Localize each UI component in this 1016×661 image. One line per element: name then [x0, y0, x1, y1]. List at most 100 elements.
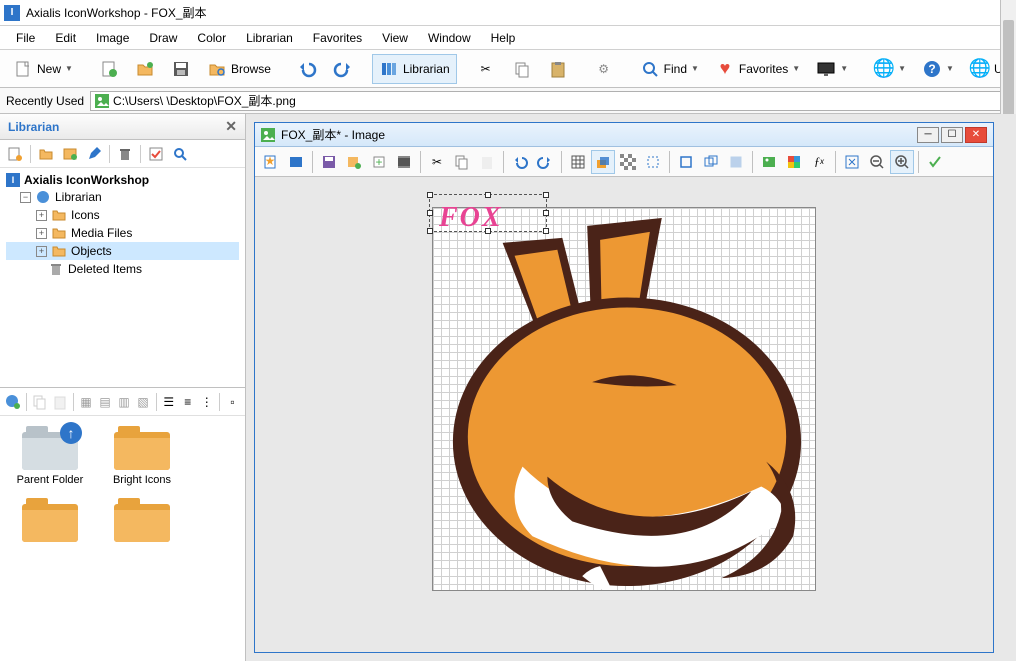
help-button[interactable]: ?▼: [915, 54, 961, 84]
watermark-text[interactable]: FOX: [439, 202, 503, 234]
selection-handle[interactable]: [543, 210, 549, 216]
menu-image[interactable]: Image: [88, 29, 137, 47]
cut-button[interactable]: ✂: [469, 54, 503, 84]
fb-btn-1[interactable]: ▦: [78, 391, 95, 413]
doc-tb-zoomin[interactable]: [890, 150, 914, 174]
fb-copy-button[interactable]: [31, 391, 49, 413]
fb-view-2[interactable]: ≡: [179, 391, 196, 413]
doc-tb-paste[interactable]: [475, 150, 499, 174]
doc-tb-film[interactable]: [392, 150, 416, 174]
file-item[interactable]: [102, 498, 182, 546]
close-button[interactable]: ✕: [965, 127, 987, 143]
new-doc-button[interactable]: [92, 54, 126, 84]
path-input[interactable]: C:\Users\ \Desktop\FOX_副本.png: [90, 91, 1010, 111]
doc-tb-sel1[interactable]: [674, 150, 698, 174]
librarian-button[interactable]: Librarian: [372, 54, 457, 84]
menu-color[interactable]: Color: [189, 29, 234, 47]
fb-sort-button[interactable]: ▫: [224, 391, 241, 413]
fb-btn-3[interactable]: ▥: [116, 391, 133, 413]
screen-button[interactable]: ▼: [809, 54, 855, 84]
selection-handle[interactable]: [427, 210, 433, 216]
menu-favorites[interactable]: Favorites: [305, 29, 370, 47]
gear-button[interactable]: ⚙: [587, 54, 621, 84]
selection-handle[interactable]: [543, 228, 549, 234]
check-button[interactable]: [145, 143, 167, 165]
file-item-parent[interactable]: ↑ Parent Folder: [10, 426, 90, 486]
doc-tb-undo[interactable]: [508, 150, 532, 174]
fb-btn-4[interactable]: ▧: [135, 391, 152, 413]
doc-tb-color[interactable]: [782, 150, 806, 174]
doc-tb-export[interactable]: [342, 150, 366, 174]
doc-tb-marquee[interactable]: [641, 150, 665, 174]
globe-new-button[interactable]: [4, 391, 22, 413]
menu-window[interactable]: Window: [420, 29, 479, 47]
tree-item-media[interactable]: + Media Files: [6, 224, 239, 242]
menu-help[interactable]: Help: [483, 29, 524, 47]
tree-item-librarian[interactable]: − Librarian: [6, 188, 239, 206]
minimize-button[interactable]: ─: [917, 127, 939, 143]
menu-file[interactable]: File: [8, 29, 43, 47]
tree-expand-icon[interactable]: +: [36, 210, 47, 221]
save-button[interactable]: [164, 54, 198, 84]
tree-expand-icon[interactable]: +: [36, 246, 47, 257]
doc-tb-save[interactable]: [317, 150, 341, 174]
doc-tb-redo[interactable]: [533, 150, 557, 174]
new-button[interactable]: New ▼: [6, 54, 80, 84]
tree-item-icons[interactable]: + Icons: [6, 206, 239, 224]
doc-tb-layers[interactable]: [591, 150, 615, 174]
copy-button[interactable]: [505, 54, 539, 84]
doc-tb-new[interactable]: ★: [259, 150, 283, 174]
doc-tb-open[interactable]: [284, 150, 308, 174]
editor-canvas[interactable]: FOX: [432, 207, 816, 591]
doc-tb-copy[interactable]: [450, 150, 474, 174]
search-lib-button[interactable]: [169, 143, 191, 165]
selection-handle[interactable]: [485, 192, 491, 198]
browse-button[interactable]: Browse: [200, 54, 278, 84]
menu-librarian[interactable]: Librarian: [238, 29, 301, 47]
document-titlebar[interactable]: FOX_副本* - Image ─ ☐ ✕: [255, 123, 993, 147]
selection-handle[interactable]: [427, 192, 433, 198]
lib-item-button[interactable]: [59, 143, 81, 165]
new-item-button[interactable]: [4, 143, 26, 165]
doc-tb-check[interactable]: [923, 150, 947, 174]
fb-view-1[interactable]: ☰: [160, 391, 177, 413]
selection-handle[interactable]: [427, 228, 433, 234]
panel-close-button[interactable]: ✕: [225, 118, 237, 135]
fb-view-3[interactable]: ⋮: [198, 391, 215, 413]
fb-paste-button[interactable]: [51, 391, 69, 413]
doc-tb-zoomfit[interactable]: [840, 150, 864, 174]
doc-tb-sel2[interactable]: [699, 150, 723, 174]
doc-tb-sel3[interactable]: [724, 150, 748, 174]
file-item[interactable]: [10, 498, 90, 546]
maximize-button[interactable]: ☐: [941, 127, 963, 143]
menu-draw[interactable]: Draw: [141, 29, 185, 47]
globe-button[interactable]: 🌐▼: [867, 54, 913, 84]
doc-tb-img[interactable]: [757, 150, 781, 174]
doc-tb-cut[interactable]: ✂: [425, 150, 449, 174]
doc-tb-fx[interactable]: ƒx: [807, 150, 831, 174]
open-folder-button[interactable]: [128, 54, 162, 84]
tree-root[interactable]: I Axialis IconWorkshop: [6, 172, 239, 188]
paste-button[interactable]: [541, 54, 575, 84]
doc-tb-zoomout[interactable]: [865, 150, 889, 174]
redo-button[interactable]: [326, 54, 360, 84]
file-item-bright-icons[interactable]: Bright Icons: [102, 426, 182, 486]
tree-expand-icon[interactable]: +: [36, 228, 47, 239]
tree-item-objects[interactable]: + Objects: [6, 242, 239, 260]
selection-handle[interactable]: [543, 192, 549, 198]
favorites-button[interactable]: ♥ Favorites ▼: [708, 54, 807, 84]
doc-tb-grid[interactable]: [566, 150, 590, 174]
edit-button[interactable]: [83, 143, 105, 165]
delete-button[interactable]: [114, 143, 136, 165]
fb-btn-2[interactable]: ▤: [97, 391, 114, 413]
find-button[interactable]: Find ▼: [633, 54, 706, 84]
tree-collapse-icon[interactable]: −: [20, 192, 31, 203]
undo-button[interactable]: [290, 54, 324, 84]
canvas-area[interactable]: FOX: [255, 177, 993, 652]
menu-edit[interactable]: Edit: [47, 29, 84, 47]
doc-tb-add[interactable]: +: [367, 150, 391, 174]
menu-view[interactable]: View: [374, 29, 416, 47]
tree-item-deleted[interactable]: Deleted Items: [6, 260, 239, 278]
doc-tb-checker[interactable]: [616, 150, 640, 174]
open-lib-button[interactable]: [35, 143, 57, 165]
